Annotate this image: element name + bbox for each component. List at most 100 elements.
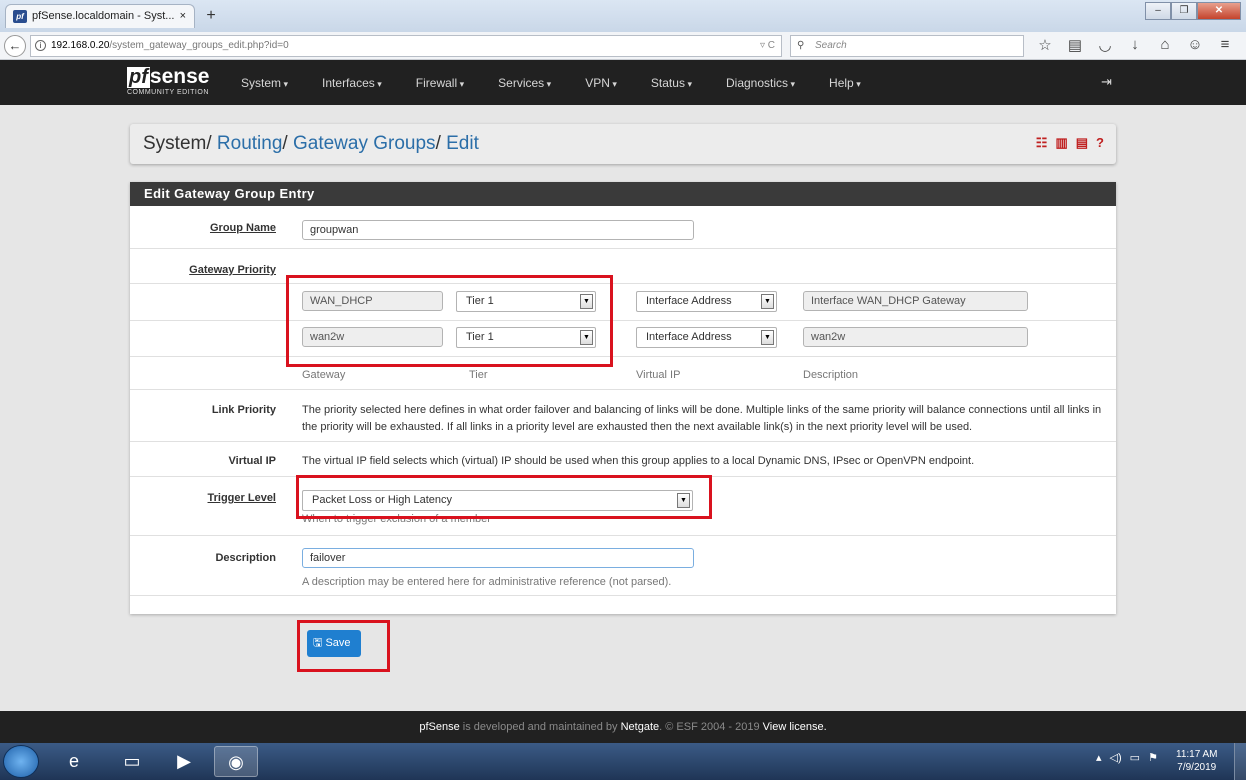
media-player-icon[interactable]: ▶: [162, 746, 206, 777]
highlight-trigger-level: [296, 475, 712, 519]
search-input[interactable]: ⚲ Search: [790, 35, 1024, 57]
gateway-priority-row: Gateway Priority: [130, 249, 1116, 284]
gateway-description-field: Interface WAN_DHCP Gateway: [803, 291, 1028, 311]
virtual-ip-select[interactable]: Interface Address ▼: [636, 327, 777, 348]
footer-brand: pfSense: [419, 721, 460, 733]
menu-vpn[interactable]: VPN: [585, 76, 617, 90]
menu-icon[interactable]: ≡: [1210, 36, 1240, 54]
close-window-button[interactable]: ✕: [1197, 2, 1241, 20]
download-icon[interactable]: ↓: [1120, 36, 1150, 54]
group-name-row: Group Name groupwan: [130, 206, 1116, 249]
menu-firewall[interactable]: Firewall: [416, 76, 464, 90]
group-name-input[interactable]: groupwan: [302, 220, 694, 240]
gateway-row: wan2w Tier 1 ▼ Interface Address ▼ wan2w: [130, 321, 1116, 357]
gateway-priority-label: Gateway Priority: [189, 264, 276, 276]
browser-toolbar-icons: ☆ ▤ ◡ ↓ ⌂ ☺ ≡: [1030, 36, 1240, 54]
save-label: Save: [325, 637, 351, 649]
link-priority-text: The priority selected here defines in wh…: [302, 404, 1102, 433]
maximize-button[interactable]: ❐: [1171, 2, 1197, 20]
menu-diagnostics[interactable]: Diagnostics: [726, 76, 795, 90]
start-button[interactable]: [3, 745, 39, 778]
tab-close-icon[interactable]: ×: [180, 5, 186, 27]
panel-title: Edit Gateway Group Entry: [130, 182, 1116, 206]
firefox-icon[interactable]: ◉: [214, 746, 258, 777]
clock[interactable]: 11:17 AM 7/9/2019: [1176, 748, 1218, 774]
tray-expand-icon[interactable]: ▴: [1096, 751, 1102, 764]
virtual-ip-row: Virtual IP The virtual IP field selects …: [130, 442, 1116, 477]
search-icon: ⚲: [797, 40, 805, 51]
minimize-button[interactable]: –: [1145, 2, 1171, 20]
col-description: Description: [803, 369, 859, 381]
volume-icon[interactable]: ◁): [1110, 751, 1122, 764]
gateway-column-headers: Gateway Tier Virtual IP Description: [130, 357, 1116, 390]
col-virtual-ip: Virtual IP: [636, 369, 681, 381]
log-icon[interactable]: ▤: [1076, 135, 1088, 151]
save-button[interactable]: 🖫 Save: [307, 630, 361, 657]
search-placeholder: Search: [815, 40, 847, 51]
main-menu: System Interfaces Firewall Services VPN …: [241, 60, 895, 105]
browser-tab[interactable]: pf pfSense.localdomain - Syst... ×: [5, 4, 195, 28]
pfsense-header: pfsense COMMUNITY EDITION System Interfa…: [0, 60, 1246, 105]
menu-help[interactable]: Help: [829, 76, 861, 90]
col-tier: Tier: [469, 369, 488, 381]
breadcrumb: System/ Routing/ Gateway Groups/ Edit ☷ …: [130, 124, 1116, 164]
netgate-link[interactable]: Netgate: [621, 721, 660, 733]
virtual-ip-select[interactable]: Interface Address ▼: [636, 291, 777, 312]
page-title: System/ Routing/ Gateway Groups/ Edit: [143, 133, 479, 154]
address-bar[interactable]: i 192.168.0.20/system_gateway_groups_edi…: [30, 35, 782, 57]
group-name-label: Group Name: [209, 222, 276, 234]
menu-services[interactable]: Services: [498, 76, 551, 90]
menu-system[interactable]: System: [241, 76, 288, 90]
trigger-level-label: Trigger Level: [207, 492, 276, 504]
col-gateway: Gateway: [302, 369, 346, 381]
description-label: Description: [215, 552, 276, 564]
link-priority-label: Link Priority: [211, 404, 276, 416]
description-row: Description failover A description may b…: [130, 536, 1116, 596]
internet-explorer-icon[interactable]: e: [52, 746, 96, 777]
action-center-icon[interactable]: ⚑: [1148, 751, 1158, 764]
chart-icon[interactable]: ▥: [1055, 135, 1067, 151]
reload-icon[interactable]: ▿ C: [760, 36, 775, 56]
star-icon[interactable]: ☆: [1030, 36, 1060, 54]
browser-tab-bar: pf pfSense.localdomain - Syst... × + – ❐…: [0, 0, 1246, 32]
settings-sliders-icon[interactable]: ☷: [1036, 135, 1048, 151]
view-license-link[interactable]: View license.: [763, 721, 827, 733]
show-desktop-button[interactable]: [1234, 743, 1246, 780]
system-tray: ▴ ◁) ▭ ⚑: [1096, 751, 1158, 764]
gateway-description-field: wan2w: [803, 327, 1028, 347]
page-footer: pfSense is developed and maintained by N…: [0, 711, 1246, 743]
edition-label: COMMUNITY EDITION: [127, 89, 209, 96]
url-path: /system_gateway_groups_edit.php?id=0: [109, 40, 289, 51]
crumb-edit[interactable]: Edit: [446, 133, 479, 154]
file-explorer-icon[interactable]: ▭: [110, 746, 154, 777]
description-input[interactable]: failover: [302, 548, 694, 568]
virtual-ip-text: The virtual IP field selects which (virt…: [302, 455, 975, 467]
browser-nav-bar: ← i 192.168.0.20/system_gateway_groups_e…: [0, 32, 1246, 60]
chat-icon[interactable]: ☺: [1180, 36, 1210, 54]
new-tab-button[interactable]: +: [200, 6, 222, 26]
link-priority-row: Link Priority The priority selected here…: [130, 390, 1116, 442]
network-icon[interactable]: ▭: [1130, 751, 1140, 764]
home-icon[interactable]: ⌂: [1150, 36, 1180, 54]
back-button[interactable]: ←: [4, 35, 26, 57]
crumb-routing[interactable]: Routing: [217, 133, 283, 154]
window-controls: – ❐ ✕: [1145, 2, 1241, 20]
crumb-gateway-groups[interactable]: Gateway Groups: [293, 133, 436, 154]
menu-interfaces[interactable]: Interfaces: [322, 76, 382, 90]
highlight-gateway-tiers: [286, 275, 613, 367]
reading-list-icon[interactable]: ▤: [1060, 36, 1090, 54]
pfsense-favicon-icon: pf: [13, 10, 27, 23]
breadcrumb-icons: ☷ ▥ ▤ ?: [1036, 135, 1104, 151]
pfsense-logo[interactable]: pfsense COMMUNITY EDITION: [127, 66, 209, 96]
clock-time: 11:17 AM: [1176, 749, 1218, 760]
logout-icon[interactable]: ⇥: [1101, 74, 1112, 90]
gateway-row: WAN_DHCP Tier 1 ▼ Interface Address ▼ Inte…: [130, 284, 1116, 321]
virtual-ip-label: Virtual IP: [228, 455, 276, 467]
site-info-icon[interactable]: i: [35, 40, 46, 51]
pocket-icon[interactable]: ◡: [1090, 36, 1120, 54]
help-icon[interactable]: ?: [1096, 135, 1104, 151]
description-hint: A description may be entered here for ad…: [302, 576, 672, 588]
menu-status[interactable]: Status: [651, 76, 692, 90]
crumb-system: System: [143, 133, 207, 154]
chevron-down-icon: ▼: [761, 294, 774, 309]
